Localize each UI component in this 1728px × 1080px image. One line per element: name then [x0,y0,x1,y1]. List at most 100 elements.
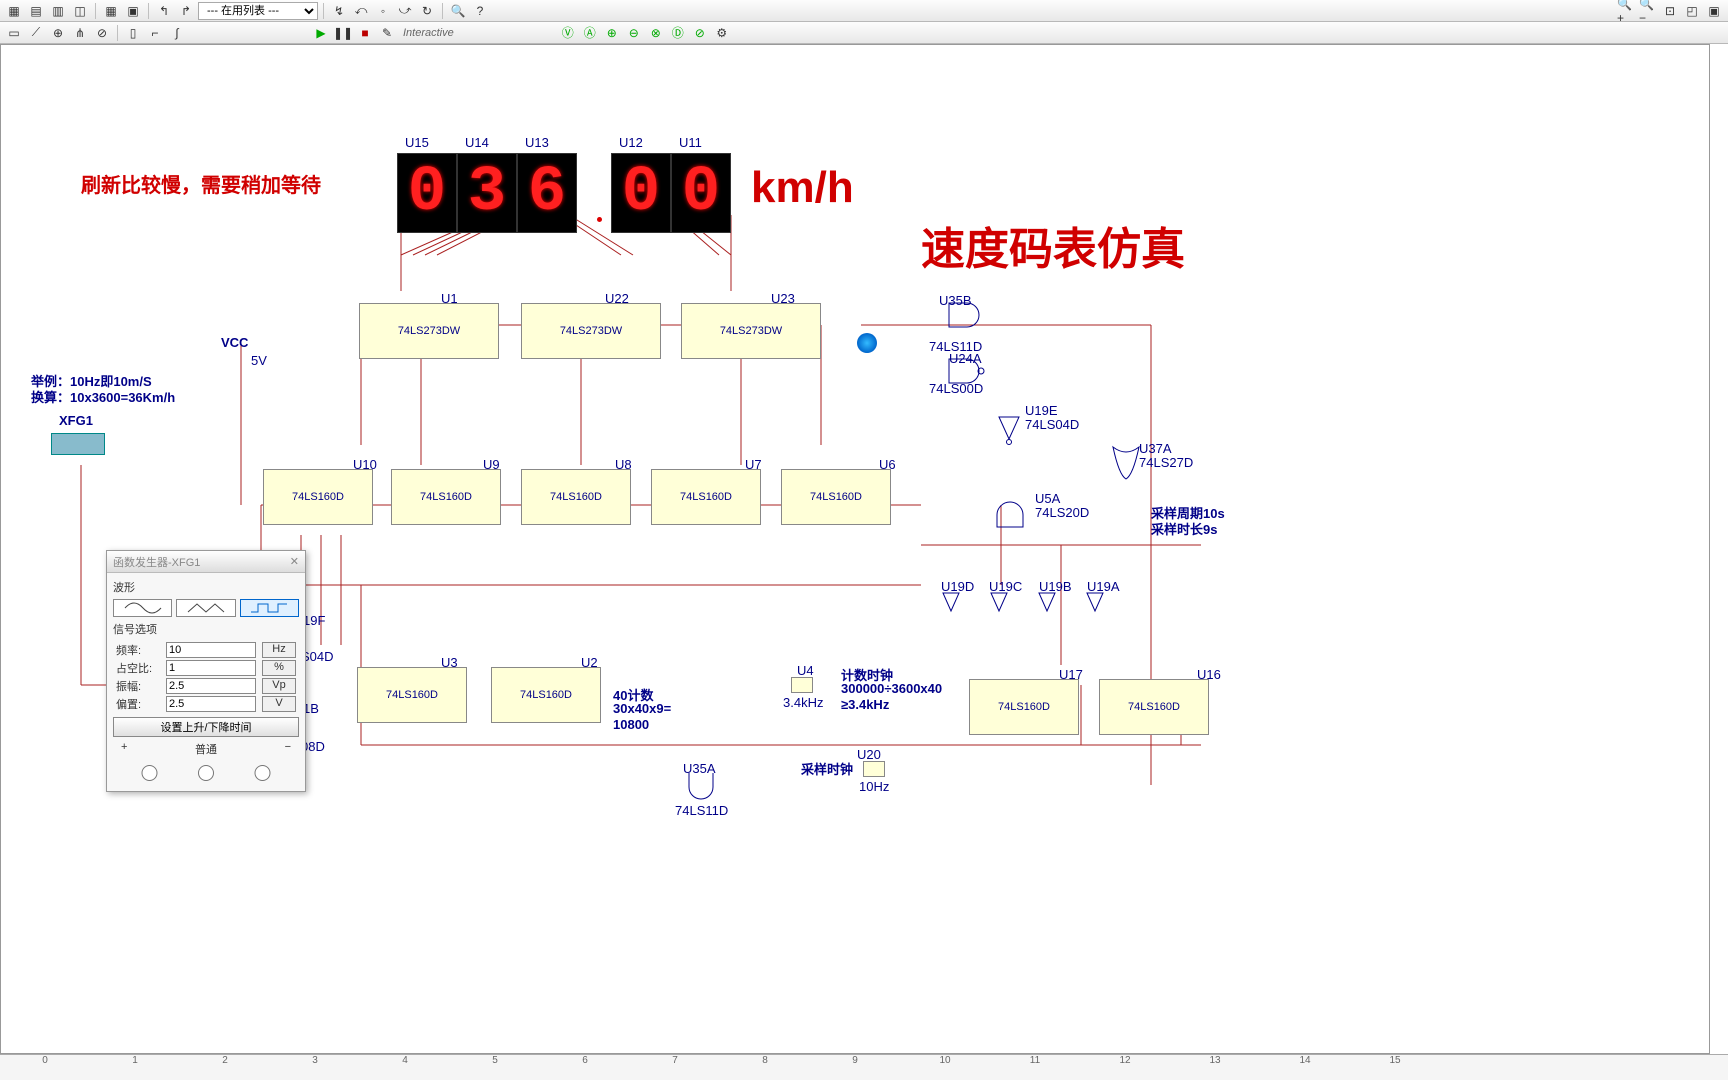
tb-icon[interactable]: ▣ [123,2,143,20]
chip-U2[interactable]: 74LS160D [491,667,601,723]
terminal-plus-radio[interactable] [121,765,178,781]
chip-part: 74LS273DW [560,325,622,337]
tb-icon[interactable]: ↻ [417,2,437,20]
tb-icon[interactable]: ▦ [101,2,121,20]
wave-sine-button[interactable] [113,599,172,617]
chip-U22[interactable]: 74LS273DW [521,303,661,359]
tb-icon[interactable]: ▦ [4,2,24,20]
probe-icon[interactable]: Ⓐ [580,24,600,42]
zoom-sheet-icon[interactable]: ▣ [1704,2,1724,20]
gear-icon[interactable]: ⚙ [712,24,732,42]
tb-icon[interactable]: ▭ [4,24,24,42]
not-gate-icon [989,591,1009,617]
tb-icon[interactable]: ⤻ [395,2,415,20]
chip-U9[interactable]: 74LS160D [391,469,501,525]
pause-button[interactable]: ❚❚ [333,24,353,42]
seg-digit: 3 [457,153,517,233]
refdes: U20 [857,747,881,762]
chip-U3[interactable]: 74LS160D [357,667,467,723]
chip-U17[interactable]: 74LS160D [969,679,1079,735]
ruler-tick: 3 [270,1055,360,1080]
refdes: U37A [1139,441,1172,456]
wave-section-label: 波形 [113,579,299,595]
offset-input[interactable] [166,696,256,712]
fgen-body: 波形 信号选项 频率: Hz 占空比: % 振幅: [107,573,305,791]
tb-icon[interactable]: ⊘ [92,24,112,42]
clock-U4[interactable] [791,677,813,693]
example-note: 换算：10x3600=36Km/h [31,387,175,406]
app-root: ▦ ▤ ▥ ◫ ▦ ▣ ↰ ↱ --- 在用列表 --- ↯ ⤺ ◦ ⤻ ↻ 🔍… [0,0,1728,1080]
duty-input[interactable] [166,660,256,676]
chip-U6[interactable]: 74LS160D [781,469,891,525]
tb-icon[interactable]: ∫ [167,24,187,42]
led-indicator [857,333,877,353]
tb-icon[interactable]: ▯ [123,24,143,42]
ruler-tick: 2 [180,1055,270,1080]
chip-U1[interactable]: 74LS273DW [359,303,499,359]
chip-part: 74LS160D [520,689,572,701]
freq-label: 频率: [113,641,163,659]
refdes: U13 [525,135,549,150]
chip-U16[interactable]: 74LS160D [1099,679,1209,735]
terminal-minus: − [285,741,291,757]
separator [117,25,118,41]
gate-part: 74LS20D [1035,505,1089,520]
separator [95,3,96,19]
probe-icon[interactable]: ⊘ [690,24,710,42]
help-icon[interactable]: ? [470,2,490,20]
zoom-out-icon[interactable]: 🔍− [1638,2,1658,20]
search-icon[interactable]: 🔍 [448,2,468,20]
terminal-common-radio[interactable] [178,765,235,781]
tb-icon[interactable]: ⌐ [145,24,165,42]
chip-U10[interactable]: 74LS160D [263,469,373,525]
run-button[interactable]: ▶ [311,24,331,42]
wave-triangle-button[interactable] [176,599,235,617]
function-generator-panel[interactable]: 函数发生器-XFG1 ✕ 波形 信号选项 频率: Hz 占空比: % [106,550,306,792]
ruler-tick: 8 [720,1055,810,1080]
tb-icon[interactable]: ◫ [70,2,90,20]
canvas-area[interactable]: U15 U14 U13 U12 U11 0 3 6 0 0 km/h 速度码表仿… [0,44,1710,1054]
tb-icon[interactable]: ▤ [26,2,46,20]
close-icon[interactable]: ✕ [290,555,299,568]
tb-icon[interactable]: ⋔ [70,24,90,42]
terminal-minus-radio[interactable] [234,765,291,781]
signal-section-label: 信号选项 [113,621,299,637]
and-gate-icon [947,301,987,329]
wave-square-button[interactable] [240,599,299,617]
freq-input[interactable] [166,642,256,658]
wand-icon[interactable]: ✎ [377,24,397,42]
chip-U7[interactable]: 74LS160D [651,469,761,525]
stop-button[interactable]: ■ [355,24,375,42]
probe-icon[interactable]: ⊗ [646,24,666,42]
tb-icon[interactable]: ◦ [373,2,393,20]
tb-icon[interactable]: ⤺ [351,2,371,20]
decimal-dot [597,217,602,222]
probe-icon[interactable]: ⊖ [624,24,644,42]
seg-value: 0 [622,157,660,229]
probe-icon[interactable]: Ⓥ [558,24,578,42]
seg-digit: 6 [517,153,577,233]
amp-input[interactable] [166,678,256,694]
zoom-region-icon[interactable]: ◰ [1682,2,1702,20]
zoom-in-icon[interactable]: 🔍+ [1616,2,1636,20]
zoom-fit-icon[interactable]: ⊡ [1660,2,1680,20]
tb-icon[interactable]: ↯ [329,2,349,20]
tb-icon[interactable]: ⊕ [48,24,68,42]
xfg-instrument[interactable] [51,433,105,455]
tb-icon[interactable]: ⟋ [26,24,46,42]
inuse-combo[interactable]: --- 在用列表 --- [198,2,318,20]
tb-icon[interactable]: ↰ [154,2,174,20]
probe-icon[interactable]: ⊕ [602,24,622,42]
tb-icon[interactable]: ▥ [48,2,68,20]
schematic-canvas[interactable]: U15 U14 U13 U12 U11 0 3 6 0 0 km/h 速度码表仿… [1,45,1709,1053]
fgen-titlebar[interactable]: 函数发生器-XFG1 ✕ [107,551,305,573]
refdes: U19E [1025,403,1058,418]
probe-icon[interactable]: Ⓓ [668,24,688,42]
terminal-common: 普通 [195,741,217,757]
chip-part: 74LS160D [550,491,602,503]
chip-U23[interactable]: 74LS273DW [681,303,821,359]
tb-icon[interactable]: ↱ [176,2,196,20]
chip-U8[interactable]: 74LS160D [521,469,631,525]
rise-fall-button[interactable]: 设置上升/下降时间 [113,717,299,737]
clock-U20[interactable] [863,761,885,777]
